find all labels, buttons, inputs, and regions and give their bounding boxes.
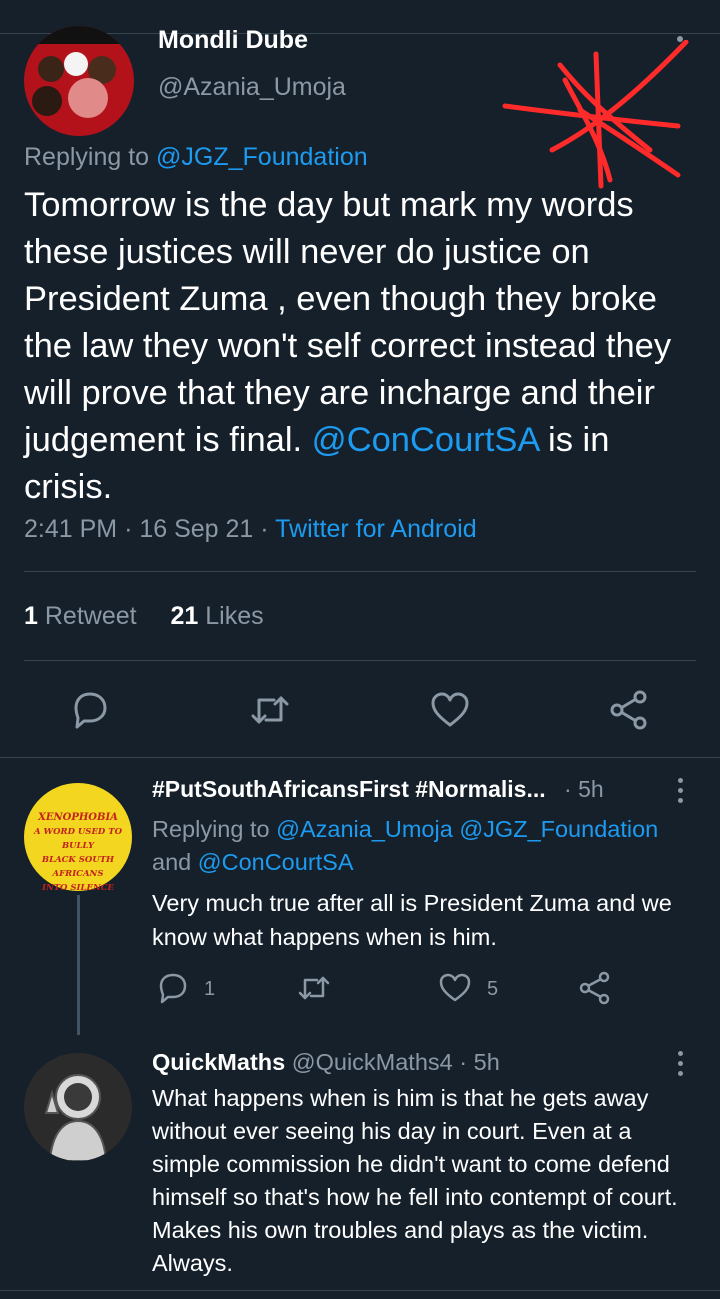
- reply-author-avatar[interactable]: XENOPHOBIA A WORD USED TO BULLY BLACK SO…: [24, 783, 132, 893]
- reply-count: 1: [204, 978, 216, 1000]
- replying-label: Replying to: [152, 816, 277, 842]
- reply2-time: · 5h: [459, 1049, 500, 1075]
- replying-to: Replying to @JGZ_Foundation: [24, 143, 368, 172]
- share-icon[interactable]: [607, 688, 651, 732]
- reply-time: · 5h: [564, 776, 604, 802]
- reply-header: #PutSouthAfricansFirst #Normalis... · 5h: [152, 776, 604, 803]
- tweet-text-part: Tomorrow is the day but mark my words th…: [24, 186, 672, 459]
- likes-label: Likes: [205, 602, 264, 630]
- tweet-actions: [0, 688, 720, 732]
- like-icon[interactable]: [428, 688, 472, 732]
- reply2-author-handle[interactable]: @QuickMaths4: [292, 1049, 453, 1075]
- thread-line: [77, 895, 80, 1035]
- reply2-author-name[interactable]: QuickMaths: [152, 1049, 285, 1075]
- tweet-date: 16 Sep 21: [139, 515, 254, 543]
- meta-dot: ·: [260, 515, 276, 543]
- author-avatar[interactable]: [24, 26, 134, 136]
- reply2-text: What happens when is him is that he gets…: [152, 1085, 678, 1276]
- replying-label: Replying to: [24, 143, 157, 171]
- retweet-count: 1: [24, 602, 38, 630]
- replying-to-link[interactable]: @JGZ_Foundation: [156, 143, 368, 171]
- mention-link[interactable]: @ConCourtSA: [312, 421, 539, 459]
- tweet-meta: 2:41 PM · 16 Sep 21 · Twitter for Androi…: [24, 515, 477, 544]
- mention-link[interactable]: @JGZ_Foundation: [459, 816, 658, 842]
- divider: [24, 571, 696, 572]
- reply2-header: QuickMaths @QuickMaths4 · 5h: [152, 1049, 500, 1076]
- likes-count: 21: [170, 602, 199, 630]
- more-icon[interactable]: [678, 778, 684, 808]
- replying-and: and: [152, 849, 198, 875]
- divider: [24, 660, 696, 661]
- like-count: 5: [487, 978, 499, 1000]
- section-divider: [0, 757, 720, 758]
- reply-author-name[interactable]: #PutSouthAfricansFirst #Normalis...: [152, 776, 546, 802]
- author-name[interactable]: Mondli Dube: [158, 26, 308, 55]
- like-icon[interactable]: [437, 970, 473, 1006]
- author-handle[interactable]: @Azania_Umoja: [158, 73, 346, 102]
- avatar-text: A WORD USED TO BULLY: [34, 827, 122, 851]
- share-icon[interactable]: [577, 970, 613, 1006]
- avatar-text: XENOPHOBIA: [38, 812, 118, 823]
- likes-stat[interactable]: 21 Likes: [170, 602, 263, 630]
- avatar-text: INTO SILENCE: [41, 883, 115, 893]
- retweet-icon[interactable]: [296, 970, 332, 1006]
- mention-link[interactable]: @ConCourtSA: [198, 849, 354, 875]
- reply-text: Very much true after all is President Zu…: [152, 890, 672, 950]
- reply-icon[interactable]: [155, 970, 191, 1006]
- tweet-time: 2:41 PM: [24, 515, 118, 543]
- tweet-text: Tomorrow is the day but mark my words th…: [24, 182, 704, 511]
- red-asterisk-annotation: [502, 40, 689, 189]
- reply-replying-to: Replying to @Azania_Umoja @JGZ_Foundatio…: [152, 813, 697, 879]
- tweet-source[interactable]: Twitter for Android: [275, 515, 476, 543]
- tweet-stats: 1 Retweet 21 Likes: [24, 602, 264, 631]
- reply-icon[interactable]: [68, 688, 112, 732]
- more-icon[interactable]: [678, 1051, 684, 1081]
- reply2-author-avatar[interactable]: [24, 1053, 132, 1161]
- mention-link[interactable]: @Azania_Umoja: [276, 816, 453, 842]
- retweets-stat[interactable]: 1 Retweet: [24, 602, 137, 630]
- retweet-icon[interactable]: [248, 688, 292, 732]
- avatar-banner: [24, 26, 134, 44]
- astronaut-icon: [44, 1074, 108, 1161]
- avatar-text: BLACK SOUTH AFRICANS: [41, 855, 115, 879]
- retweet-label: Retweet: [44, 602, 137, 630]
- reply-actions: 1 5: [0, 970, 720, 1010]
- section-divider: [0, 1290, 720, 1291]
- meta-dot: ·: [124, 515, 140, 543]
